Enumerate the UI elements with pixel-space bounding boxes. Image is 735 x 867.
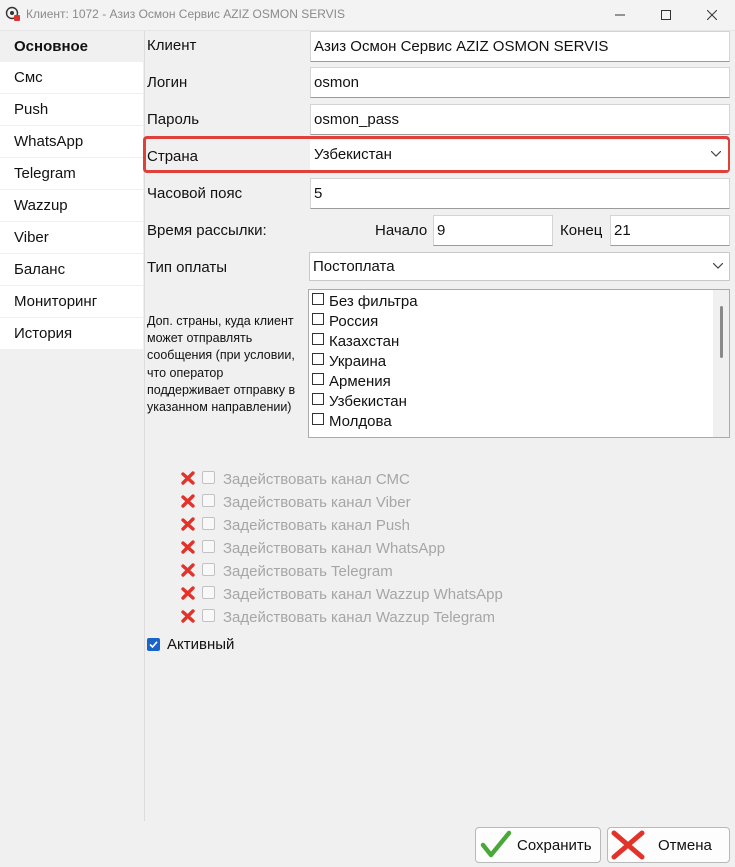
channel-push-checkbox[interactable]: Задействовать канал Push bbox=[180, 514, 410, 537]
send-time-label: Время рассылки: bbox=[147, 222, 267, 239]
timezone-field[interactable]: 5 bbox=[310, 178, 730, 209]
start-time-field[interactable]: 9 bbox=[433, 215, 553, 246]
cancel-button-label: Отмена bbox=[658, 836, 712, 854]
checkbox[interactable] bbox=[202, 494, 215, 507]
maximize-icon bbox=[661, 10, 671, 20]
title-bar: Клиент: 1072 - Азиз Осмон Сервис AZIZ OS… bbox=[0, 0, 735, 31]
checkbox[interactable] bbox=[202, 471, 215, 484]
checkbox[interactable] bbox=[202, 563, 215, 576]
payment-label: Тип оплаты bbox=[147, 259, 228, 276]
sidebar-item-wazzup[interactable]: Wazzup bbox=[0, 190, 143, 221]
red-x-icon bbox=[181, 586, 195, 600]
list-item[interactable]: Казахстан bbox=[312, 332, 399, 352]
checkbox[interactable] bbox=[312, 333, 324, 345]
sidebar-item-history[interactable]: История bbox=[0, 318, 143, 349]
list-item[interactable]: Молдова bbox=[312, 412, 392, 432]
start-time-label: Начало bbox=[375, 222, 428, 239]
minimize-icon bbox=[615, 14, 625, 16]
checkbox[interactable] bbox=[312, 373, 324, 385]
sidebar-item-main[interactable]: Основное bbox=[0, 31, 143, 62]
extra-countries-list[interactable]: Без фильтра Россия Казахстан Украина Арм… bbox=[308, 289, 730, 438]
end-time-label: Конец bbox=[560, 222, 603, 239]
save-button[interactable]: Сохранить bbox=[475, 827, 601, 863]
extra-countries-note: Доп. страны, куда клиент может отправлят… bbox=[147, 314, 296, 415]
sidebar-item-push[interactable]: Push bbox=[0, 94, 143, 125]
close-icon bbox=[707, 10, 717, 20]
checkbox[interactable] bbox=[312, 313, 324, 325]
save-button-label: Сохранить bbox=[517, 836, 592, 854]
payment-select-value: Постоплата bbox=[313, 258, 395, 275]
channel-sms-checkbox[interactable]: Задействовать канал СМС bbox=[180, 468, 410, 491]
list-item[interactable]: Украина bbox=[312, 352, 386, 372]
sidebar-item-monitoring[interactable]: Мониторинг bbox=[0, 286, 143, 317]
channel-viber-checkbox[interactable]: Задействовать канал Viber bbox=[180, 491, 411, 514]
country-select[interactable]: Узбекистан bbox=[310, 140, 728, 170]
active-checkbox[interactable] bbox=[147, 638, 160, 651]
password-label: Пароль bbox=[147, 111, 200, 128]
sidebar-item-viber[interactable]: Viber bbox=[0, 222, 143, 253]
checkbox[interactable] bbox=[202, 586, 215, 599]
chevron-down-icon bbox=[713, 263, 723, 269]
close-button[interactable] bbox=[689, 0, 735, 30]
cancel-button[interactable]: Отмена bbox=[607, 827, 730, 863]
red-x-icon bbox=[181, 517, 195, 531]
checkbox[interactable] bbox=[202, 517, 215, 530]
red-x-icon bbox=[181, 609, 195, 623]
channel-wazzup-telegram-checkbox[interactable]: Задействовать канал Wazzup Telegram bbox=[180, 606, 495, 629]
channel-telegram-checkbox[interactable]: Задействовать Telegram bbox=[180, 560, 393, 583]
client-label: Клиент bbox=[147, 37, 197, 54]
checkbox[interactable] bbox=[312, 293, 324, 305]
sidebar-item-whatsapp[interactable]: WhatsApp bbox=[0, 126, 143, 157]
close-icon bbox=[611, 830, 645, 860]
sidebar-item-balance[interactable]: Баланс bbox=[0, 254, 143, 285]
list-item[interactable]: Узбекистан bbox=[312, 392, 407, 412]
checkbox[interactable] bbox=[202, 609, 215, 622]
channel-wazzup-whatsapp-checkbox[interactable]: Задействовать канал Wazzup WhatsApp bbox=[180, 583, 503, 606]
red-x-icon bbox=[181, 563, 195, 577]
list-item[interactable]: Без фильтра bbox=[312, 292, 418, 312]
password-field[interactable]: osmon_pass bbox=[310, 104, 730, 135]
red-x-icon bbox=[181, 471, 195, 485]
sidebar-item-sms[interactable]: Смс bbox=[0, 62, 143, 93]
red-x-icon bbox=[181, 540, 195, 554]
minimize-button[interactable] bbox=[597, 0, 643, 30]
app-icon bbox=[5, 6, 20, 21]
country-label: Страна bbox=[147, 148, 199, 165]
payment-select[interactable]: Постоплата bbox=[309, 252, 730, 281]
channel-whatsapp-checkbox[interactable]: Задействовать канал WhatsApp bbox=[180, 537, 445, 560]
scrollbar-thumb[interactable] bbox=[720, 306, 723, 358]
sidebar-item-telegram[interactable]: Telegram bbox=[0, 158, 143, 189]
client-name-field[interactable]: Азиз Осмон Сервис AZIZ OSMON SERVIS bbox=[310, 31, 730, 62]
list-item[interactable]: Россия bbox=[312, 312, 378, 332]
chevron-down-icon bbox=[711, 151, 721, 157]
list-item[interactable]: Армения bbox=[312, 372, 391, 392]
checkbox[interactable] bbox=[312, 413, 324, 425]
country-select-value: Узбекистан bbox=[314, 146, 392, 163]
list-scrollbar[interactable] bbox=[713, 290, 729, 437]
sidebar: Основное Смс Push WhatsApp Telegram Wazz… bbox=[0, 31, 145, 821]
red-x-icon bbox=[181, 494, 195, 508]
login-label: Логин bbox=[147, 74, 188, 91]
checkbox[interactable] bbox=[312, 393, 324, 405]
checkbox[interactable] bbox=[312, 353, 324, 365]
maximize-button[interactable] bbox=[643, 0, 689, 30]
checkmark-icon bbox=[480, 830, 512, 858]
timezone-label: Часовой пояс bbox=[147, 185, 243, 202]
end-time-field[interactable]: 21 bbox=[610, 215, 730, 246]
checkmark-icon bbox=[149, 641, 158, 649]
checkbox[interactable] bbox=[202, 540, 215, 553]
window-title: Клиент: 1072 - Азиз Осмон Сервис AZIZ OS… bbox=[26, 7, 346, 21]
login-field[interactable]: osmon bbox=[310, 67, 730, 98]
active-label: Активный bbox=[167, 636, 235, 653]
